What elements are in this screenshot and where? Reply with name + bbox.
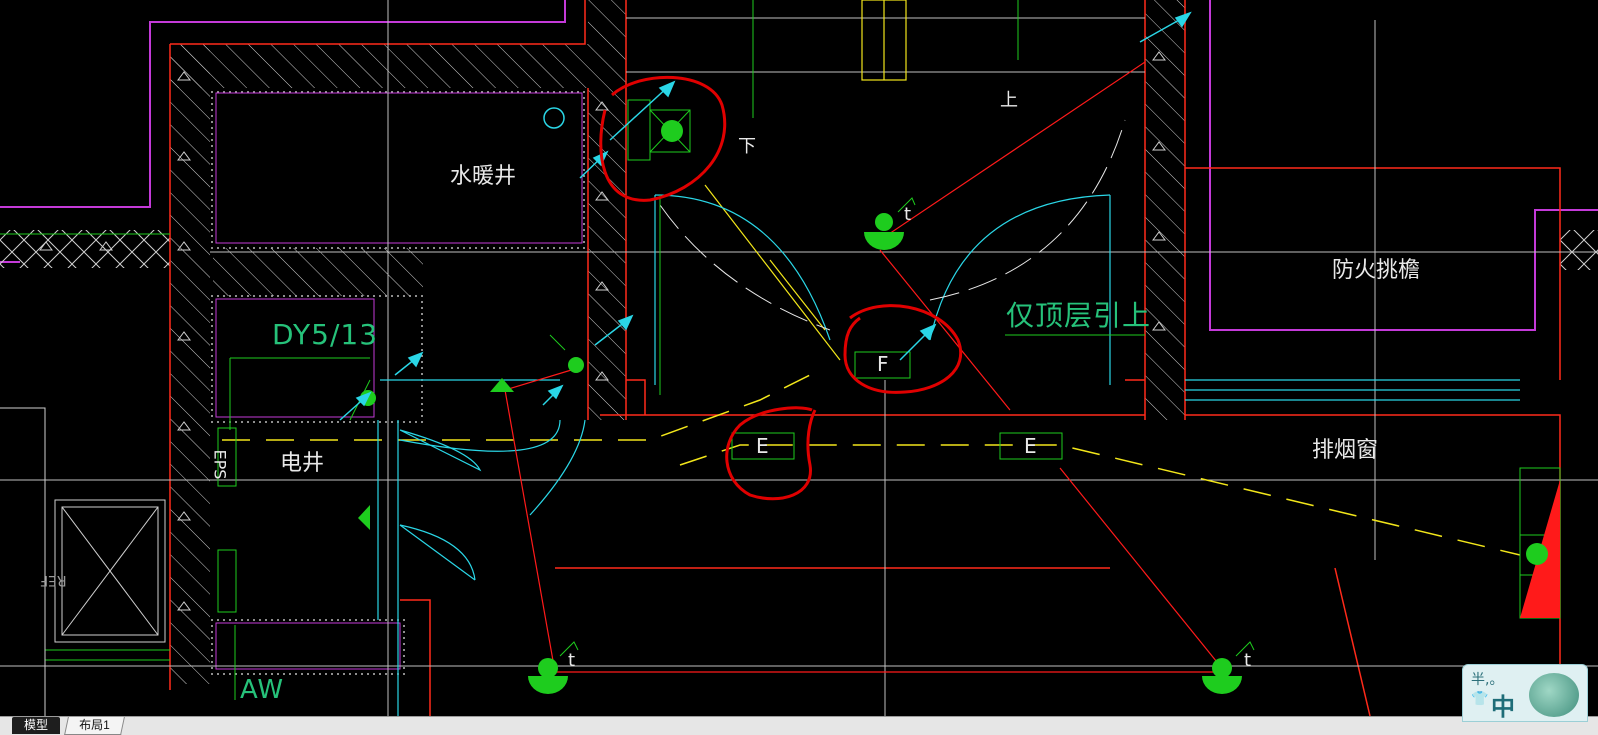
ime-half-width-indicator[interactable]: 半,。	[1471, 669, 1503, 689]
label-smoke-window: 排烟窗	[1312, 438, 1379, 463]
label-up: 上	[1000, 90, 1018, 111]
label-t-2: t	[568, 650, 576, 671]
label-box-e1: E	[756, 434, 769, 458]
label-top-floor-only: 仅顶层引上	[1006, 299, 1152, 332]
label-box-f: F	[877, 352, 889, 376]
cad-drawing-canvas[interactable]	[0, 0, 1598, 716]
room-outlines	[210, 87, 588, 675]
label-box-e2: E	[1024, 434, 1037, 458]
fixtures	[358, 120, 1548, 694]
tab-model[interactable]: 模型	[12, 717, 61, 734]
layout-tab-bar: 模型 布局1	[0, 716, 1598, 735]
label-t-1: t	[904, 204, 912, 225]
ime-status-widget[interactable]: 半,。 👕 中	[1462, 664, 1588, 722]
label-aw: AW	[240, 675, 285, 705]
label-dy: DY5/13	[272, 318, 379, 351]
label-eps: EPS	[210, 449, 230, 480]
wall-hatching	[0, 0, 1598, 684]
skin-icon[interactable]: 👕	[1471, 691, 1488, 707]
label-t-3: t	[1244, 650, 1252, 671]
label-fire-canopy: 防火挑檐	[1332, 258, 1421, 283]
label-ref: REF	[40, 572, 67, 588]
label-water-heating-shaft: 水暖井	[450, 164, 517, 189]
label-down: 下	[738, 136, 756, 157]
ime-skin-image	[1529, 673, 1579, 717]
label-electrical-shaft: 电井	[280, 451, 325, 476]
tab-layout1[interactable]: 布局1	[64, 717, 125, 735]
elevator-box	[0, 407, 166, 716]
ime-language-indicator[interactable]: 中	[1491, 687, 1515, 722]
green-lines	[0, 0, 1561, 700]
